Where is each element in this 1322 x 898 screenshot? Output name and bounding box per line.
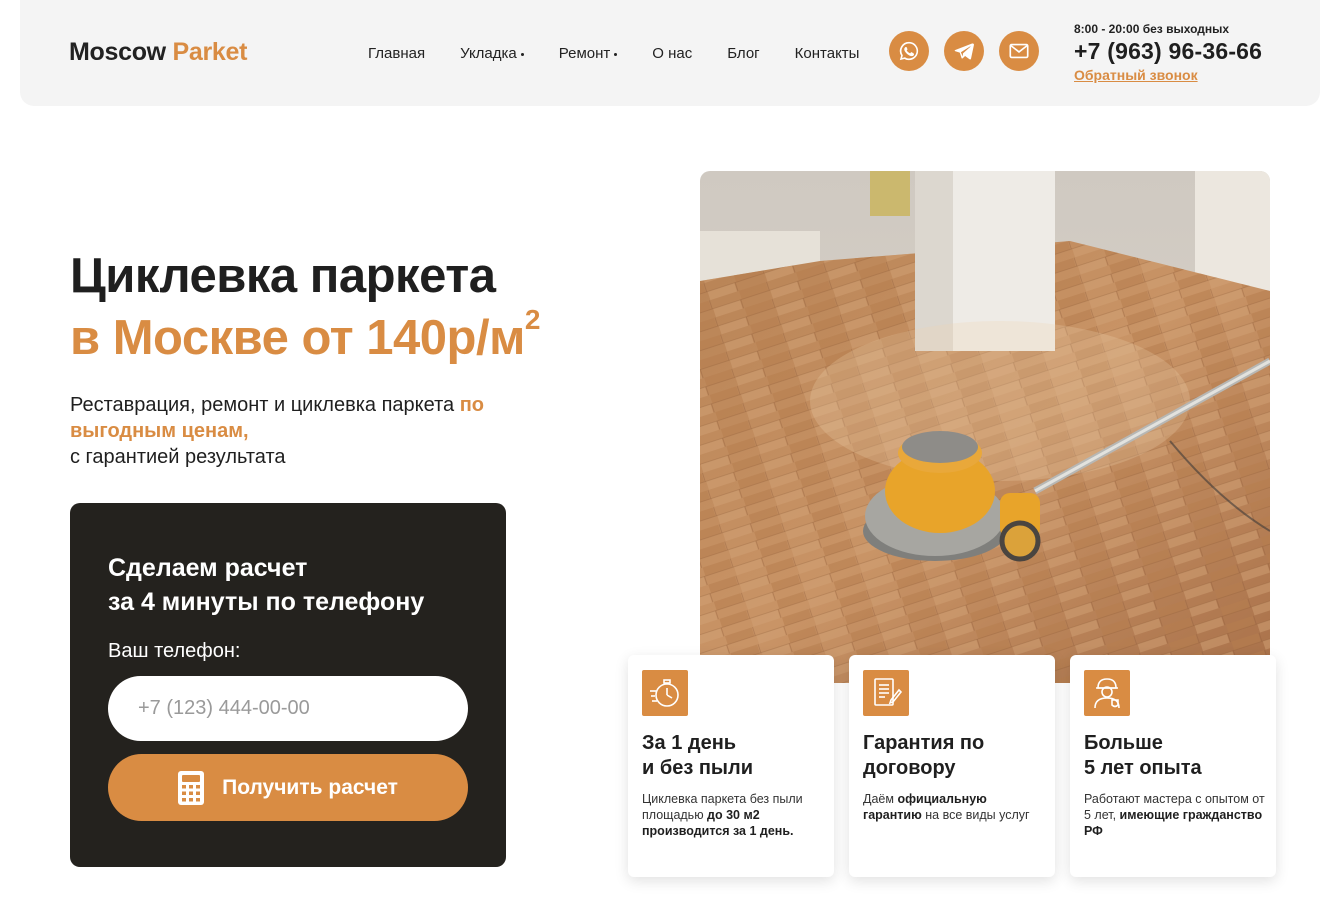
email-button[interactable] bbox=[999, 31, 1039, 71]
site-header: Moscow Parket Главная Укладка Ремонт О н… bbox=[20, 0, 1320, 106]
logo-text-accent: Parket bbox=[172, 38, 248, 66]
hero-subtitle: Реставрация, ремонт и циклевка паркета п… bbox=[70, 392, 490, 470]
hero-photo-floor-sanding bbox=[700, 171, 1270, 683]
nav-item-repair[interactable]: Ремонт bbox=[559, 45, 618, 62]
hero-title-price: в Москве от 140р/м bbox=[70, 311, 525, 365]
working-hours: 8:00 - 20:00 без выходных bbox=[1074, 22, 1230, 36]
calculator-icon bbox=[178, 770, 205, 805]
nav-item-home[interactable]: Главная bbox=[368, 45, 425, 62]
nav-label: Главная bbox=[368, 45, 426, 62]
feature-title-line1: За 1 день bbox=[642, 732, 737, 754]
nav-label: Ремонт bbox=[558, 45, 611, 62]
nav-item-installation[interactable]: Укладка bbox=[460, 45, 524, 62]
nav-item-contacts[interactable]: Контакты bbox=[795, 45, 860, 62]
feature-text-plain: Даём bbox=[863, 792, 898, 806]
feature-icon-box bbox=[863, 670, 909, 716]
feature-title: Больше 5 лет опыта bbox=[1084, 731, 1269, 781]
feature-text: Даём официальную гарантию на все виды ус… bbox=[863, 791, 1045, 823]
nav-item-blog[interactable]: Блог bbox=[727, 45, 759, 62]
form-title: Сделаем расчет за 4 минуты по телефону bbox=[108, 551, 488, 619]
feature-card-guarantee: Гарантия по договору Даём официальную га… bbox=[849, 655, 1055, 877]
telegram-icon bbox=[954, 43, 974, 60]
phone-label: Ваш телефон: bbox=[108, 640, 241, 662]
mail-icon bbox=[1009, 43, 1029, 59]
feature-card-one-day: За 1 день и без пыли Циклевка паркета бе… bbox=[628, 655, 834, 877]
subtitle-text-end: с гарантией результата bbox=[70, 446, 286, 468]
whatsapp-icon bbox=[899, 41, 919, 61]
feature-icon-box bbox=[642, 670, 688, 716]
callback-link[interactable]: Обратный звонок bbox=[1074, 67, 1262, 83]
dropdown-dot-icon bbox=[520, 53, 524, 56]
contract-icon bbox=[874, 678, 902, 706]
nav-item-about[interactable]: О нас bbox=[652, 45, 692, 62]
feature-title-line1: Гарантия по bbox=[863, 732, 985, 754]
form-title-line1: Сделаем расчет bbox=[108, 554, 308, 582]
logo[interactable]: Moscow Parket bbox=[69, 38, 247, 67]
hero-title-line2: в Москве от 140р/м2 bbox=[70, 304, 540, 366]
hero-title-line1: Циклевка паркета bbox=[70, 249, 496, 303]
nav-label: Контакты bbox=[794, 45, 860, 62]
feature-card-experience: Больше 5 лет опыта Работают мастера с оп… bbox=[1070, 655, 1276, 877]
floor-sanding-machine-image bbox=[700, 171, 1270, 683]
phone-input[interactable] bbox=[108, 676, 468, 741]
subtitle-text: Реставрация, ремонт и циклевка паркета bbox=[70, 394, 460, 416]
form-title-line2: за 4 минуты по телефону bbox=[108, 588, 425, 616]
feature-icon-box bbox=[1084, 670, 1130, 716]
main-nav: Главная Укладка Ремонт О нас Блог Контак… bbox=[368, 45, 894, 62]
telegram-button[interactable] bbox=[944, 31, 984, 71]
feature-title-line2: и без пыли bbox=[642, 757, 753, 779]
feature-title: За 1 день и без пыли bbox=[642, 731, 827, 781]
feature-text: Циклевка паркета без пыли площадью до 30… bbox=[642, 791, 824, 839]
hero-title-sup: 2 bbox=[524, 304, 541, 335]
phone-number[interactable]: +7 (963) 96-36-66 bbox=[1074, 38, 1262, 65]
get-estimate-button[interactable]: Получить расчет bbox=[108, 754, 468, 821]
contact-block: 8:00 - 20:00 без выходных +7 (963) 96-36… bbox=[1074, 22, 1262, 83]
whatsapp-button[interactable] bbox=[889, 31, 929, 71]
nav-label: О нас bbox=[652, 45, 693, 62]
nav-label: Блог bbox=[727, 45, 760, 62]
feature-title-line2: 5 лет опыта bbox=[1084, 757, 1202, 779]
feature-title-line2: договору bbox=[863, 757, 956, 779]
feature-title: Гарантия по договору bbox=[863, 731, 1048, 781]
logo-text-dark: Moscow bbox=[69, 38, 166, 66]
worker-icon bbox=[1094, 678, 1120, 709]
feature-text: Работают мастера с опытом от 5 лет, имею… bbox=[1084, 791, 1266, 839]
feature-text-after: на все виды услуг bbox=[921, 808, 1030, 822]
dropdown-dot-icon bbox=[614, 53, 618, 56]
stopwatch-icon bbox=[650, 679, 679, 707]
social-links bbox=[889, 31, 1039, 71]
callback-form-card: Сделаем расчет за 4 минуты по телефону В… bbox=[70, 503, 506, 867]
feature-title-line1: Больше bbox=[1084, 732, 1163, 754]
nav-label: Укладка bbox=[460, 45, 517, 62]
get-estimate-label: Получить расчет bbox=[222, 775, 398, 799]
